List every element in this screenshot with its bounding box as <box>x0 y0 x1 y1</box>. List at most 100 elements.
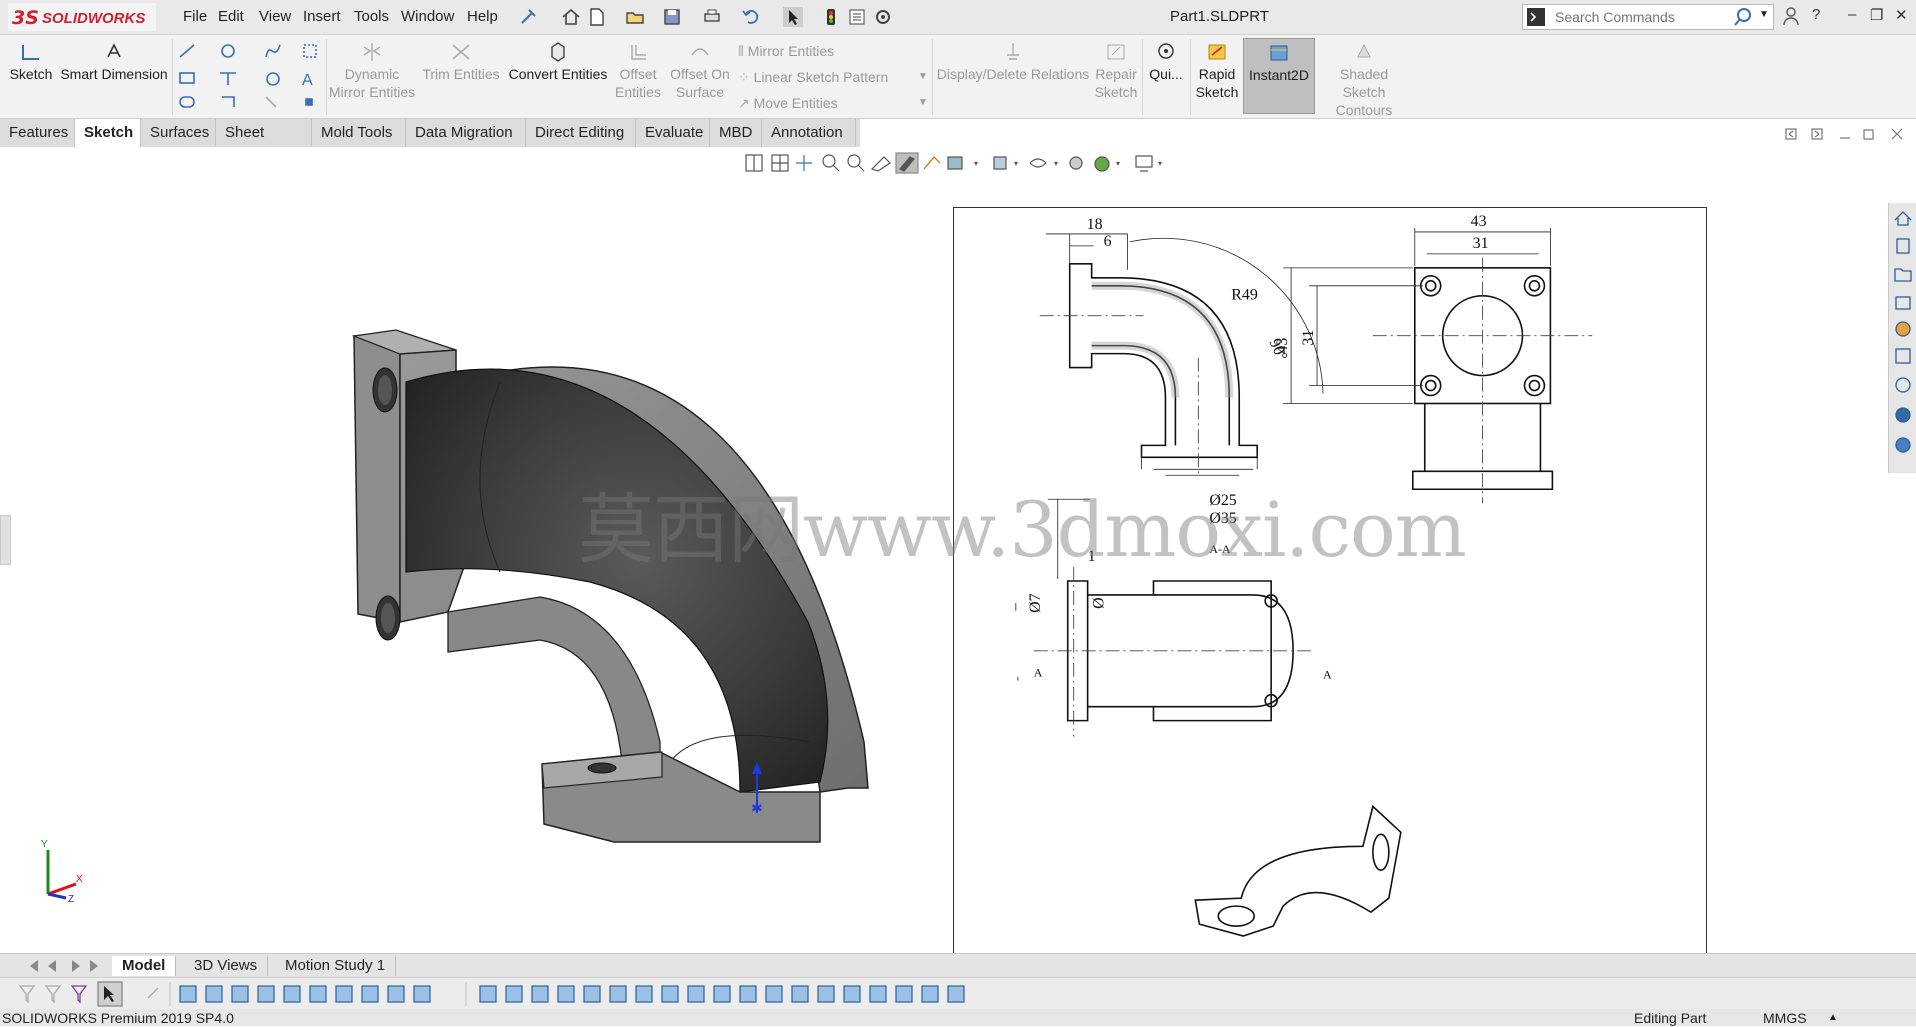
search-commands-box[interactable]: ▼ <box>1522 4 1774 30</box>
appearances-icon <box>1895 321 1911 337</box>
shaded-sketch-contours-button[interactable]: Shaded Sketch Contours <box>1318 41 1410 119</box>
tab-motion-study[interactable]: Motion Study 1 <box>275 956 397 976</box>
move-entities-button[interactable]: ↗ Move Entities <box>738 95 838 112</box>
3d-model-view[interactable]: ✱ <box>340 322 900 852</box>
shaded-contours-icon <box>1357 43 1371 58</box>
move-icon: ↗ <box>738 95 754 111</box>
rapid-sketch-icon <box>1208 44 1226 60</box>
linear-pattern-button[interactable]: ⁘ Linear Sketch Pattern <box>738 69 888 86</box>
relation-tool-5-icon <box>583 985 601 1003</box>
line-icon <box>179 44 195 58</box>
relation-tool-14-icon <box>817 985 835 1003</box>
mirror-entities-button[interactable]: ⫴ Mirror Entities <box>738 43 834 60</box>
sketch-button[interactable]: Sketch <box>8 41 54 83</box>
dynamic-mirror-button[interactable]: Dynamic Mirror Entities <box>326 41 418 101</box>
restore-button[interactable]: ❐ <box>1870 6 1883 24</box>
trim-entities-button[interactable]: Trim Entities <box>420 41 502 83</box>
selection-sketch-toolbar[interactable] <box>0 977 1916 1010</box>
solidworks-logo[interactable]: 3S SOLIDWORKS <box>8 3 156 31</box>
print-icon[interactable] <box>701 6 723 28</box>
user-account-icon[interactable] <box>1782 6 1800 26</box>
file-explorer-icon <box>1894 268 1912 282</box>
svg-text:▾: ▾ <box>1116 159 1120 168</box>
polygon-icon <box>266 72 280 86</box>
open-folder-icon[interactable] <box>624 6 646 28</box>
menu-help[interactable]: Help <box>467 8 498 25</box>
repair-sketch-button[interactable]: Repair Sketch <box>1092 41 1140 101</box>
tab-scroll-arrows[interactable] <box>26 958 106 974</box>
sketch-entities-grid[interactable]: A <box>176 41 324 113</box>
view-orientation-icon <box>947 156 963 170</box>
task-pane[interactable] <box>1888 203 1916 473</box>
separator <box>1142 39 1143 115</box>
menu-file[interactable]: File <box>183 8 207 25</box>
solidworks-forum-icon <box>1895 377 1911 393</box>
home-icon[interactable] <box>560 6 582 28</box>
pin-icon[interactable] <box>517 6 539 28</box>
tab-annotation[interactable]: Annotation <box>762 119 856 147</box>
menu-edit[interactable]: Edit <box>218 8 244 25</box>
heads-up-view-toolbar[interactable]: ▾ ▾ ▾ ▾ ▾ <box>744 152 1174 174</box>
sketch-tool-6-icon <box>309 985 327 1003</box>
instant2d-button[interactable]: Instant2D <box>1243 38 1315 114</box>
feature-manager-toggle[interactable] <box>0 515 11 565</box>
filter-toggle-icon <box>44 985 62 1004</box>
tab-sketch[interactable]: Sketch <box>75 119 141 147</box>
options-gear-icon[interactable] <box>872 6 894 28</box>
minimize-button[interactable]: – <box>1848 6 1856 23</box>
view-palette-icon <box>1895 296 1911 310</box>
circle-icon <box>221 44 235 58</box>
menu-window[interactable]: Window <box>401 8 454 25</box>
svg-text:3S: 3S <box>12 7 39 29</box>
menu-insert[interactable]: Insert <box>303 8 341 25</box>
menu-tools[interactable]: Tools <box>354 8 389 25</box>
display-delete-relations-button[interactable]: Display/Delete Relations <box>936 41 1090 83</box>
units-dropdown-icon[interactable]: ▲ <box>1828 1009 1838 1027</box>
new-document-icon[interactable] <box>586 6 608 28</box>
doc-close-icon <box>1891 128 1903 140</box>
quick-snaps-button[interactable]: Qui... <box>1146 41 1186 83</box>
convert-entities-icon <box>551 42 565 62</box>
help-button[interactable]: ? <box>1812 6 1820 23</box>
search-dropdown-icon[interactable]: ▼ <box>1759 9 1769 20</box>
tab-mold-tools[interactable]: Mold Tools <box>312 119 406 147</box>
search-icon[interactable] <box>1733 7 1753 27</box>
offset-on-surface-button[interactable]: Offset On Surface <box>666 41 734 101</box>
dim-43-top: 43 <box>1471 213 1487 230</box>
document-window-controls[interactable] <box>1784 126 1904 144</box>
sketch-tool-10-icon <box>413 985 431 1003</box>
previous-view-icon <box>870 156 891 172</box>
relation-tool-3-icon <box>531 985 549 1003</box>
sketch-tool-1-icon <box>179 985 197 1003</box>
tab-surfaces[interactable]: Surfaces <box>141 119 216 147</box>
sketch-tool-8-icon <box>361 985 379 1003</box>
fillet-icon <box>222 96 235 107</box>
tab-features[interactable]: Features <box>0 119 75 147</box>
save-icon[interactable] <box>661 6 683 28</box>
mirror-icon: ⫴ <box>738 43 748 59</box>
relation-tool-12-icon <box>765 985 783 1003</box>
search-input[interactable] <box>1553 8 1737 26</box>
move-dropdown-icon[interactable]: ▼ <box>918 97 928 108</box>
relation-tool-2-icon <box>505 985 523 1003</box>
smart-dimension-button[interactable]: Smart Dimension <box>60 41 168 83</box>
file-properties-icon[interactable] <box>846 6 868 28</box>
menu-view[interactable]: View <box>259 8 291 25</box>
tab-evaluate[interactable]: Evaluate <box>636 119 710 147</box>
offset-entities-button[interactable]: Offset Entities <box>612 41 664 101</box>
pattern-dropdown-icon[interactable]: ▼ <box>918 71 928 82</box>
status-units[interactable]: MMGS <box>1763 1009 1807 1027</box>
tab-direct-editing[interactable]: Direct Editing <box>526 119 636 147</box>
tab-data-migration[interactable]: Data Migration <box>406 119 526 147</box>
brand-text: SOLIDWORKS <box>42 10 145 27</box>
close-button[interactable]: ✕ <box>1895 6 1908 24</box>
tab-mbd[interactable]: MBD <box>710 119 762 147</box>
select-arrow-icon[interactable] <box>782 6 804 28</box>
tab-3d-views[interactable]: 3D Views <box>184 956 269 976</box>
undo-icon[interactable] <box>740 6 762 28</box>
tab-model[interactable]: Model <box>112 956 177 976</box>
traffic-light-icon[interactable] <box>820 6 842 28</box>
tab-sheet-metal[interactable]: Sheet Metal <box>216 119 312 169</box>
rapid-sketch-button[interactable]: Rapid Sketch <box>1194 41 1240 101</box>
convert-entities-button[interactable]: Convert Entities <box>506 41 610 83</box>
